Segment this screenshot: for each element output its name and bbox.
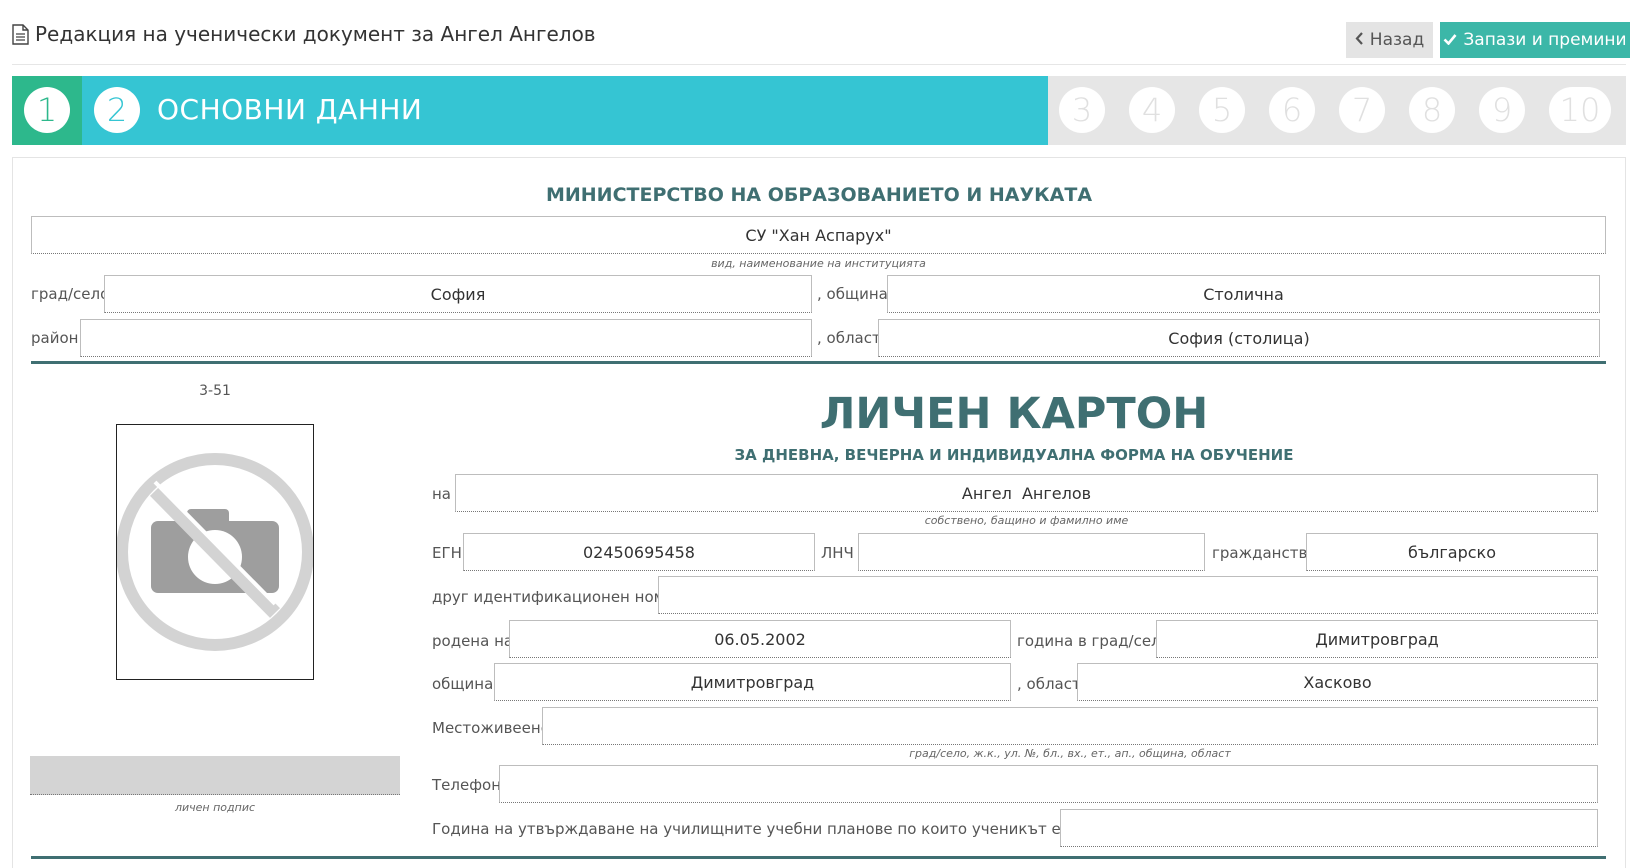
citizenship-label: гражданство xyxy=(1212,544,1317,562)
lnch-label: ЛНЧ xyxy=(821,544,854,562)
page-title-text: Редакция на ученически документ за Ангел… xyxy=(35,22,596,46)
other-id-label: друг идентификационен номер xyxy=(432,588,684,606)
header-divider xyxy=(12,64,1626,65)
back-button[interactable]: Назад xyxy=(1346,22,1433,58)
back-button-label: Назад xyxy=(1369,30,1425,50)
section-divider-top xyxy=(31,361,1606,364)
institution-name-hint: вид, наименование на институцията xyxy=(711,257,926,270)
region-label: , област xyxy=(817,329,881,347)
student-name-hint: собствено, бащино и фамилно име xyxy=(924,514,1129,527)
step-6[interactable]: 6 xyxy=(1269,87,1315,133)
egn-label: ЕГН xyxy=(432,544,462,562)
municipality-field[interactable] xyxy=(887,275,1600,313)
municipality-label: , община xyxy=(817,285,888,303)
birth-region-label: , област xyxy=(1017,675,1081,693)
step-1[interactable]: 1 xyxy=(24,87,70,133)
egn-field[interactable] xyxy=(463,533,815,571)
birth-municipality-field[interactable] xyxy=(494,663,1011,701)
other-id-field[interactable] xyxy=(658,576,1598,614)
step-7[interactable]: 7 xyxy=(1339,87,1385,133)
student-name-field[interactable] xyxy=(455,474,1598,512)
page-title: Редакция на ученически документ за Ангел… xyxy=(12,22,596,46)
card-title: ЛИЧЕН КАРТОН xyxy=(819,389,1209,439)
ministry-heading: МИНИСТЕРСТВО НА ОБРАЗОВАНИЕТО И НАУКАТА xyxy=(545,184,1093,206)
student-photo[interactable] xyxy=(116,424,314,680)
signature-hint: личен подпис xyxy=(174,801,256,814)
city-field[interactable] xyxy=(104,275,812,313)
residence-hint: град/село, ж.к., ул. №, бл., вх., ет., а… xyxy=(909,747,1231,760)
check-icon xyxy=(1443,30,1457,50)
curricula-year-field[interactable] xyxy=(1060,809,1598,847)
citizenship-field[interactable] xyxy=(1306,533,1598,571)
residence-field[interactable] xyxy=(542,707,1598,745)
phone-field[interactable] xyxy=(499,765,1598,803)
step-3[interactable]: 3 xyxy=(1059,87,1105,133)
district-field[interactable] xyxy=(80,319,812,357)
section-divider-bottom xyxy=(31,856,1606,859)
card-number: 3-51 xyxy=(199,383,231,399)
step-4[interactable]: 4 xyxy=(1129,87,1175,133)
document-icon xyxy=(12,23,29,45)
step-10[interactable]: 10 xyxy=(1549,87,1611,133)
birth-place-field[interactable] xyxy=(1156,620,1598,658)
step-8[interactable]: 8 xyxy=(1409,87,1455,133)
chevron-left-icon xyxy=(1355,30,1364,50)
birth-date-label: родена на xyxy=(432,632,514,650)
region-field[interactable] xyxy=(878,319,1600,357)
no-photo-icon xyxy=(117,453,313,679)
birth-municipality-label: община xyxy=(432,675,494,693)
save-and-continue-button[interactable]: Запази и премини xyxy=(1440,22,1630,58)
birth-date-field[interactable] xyxy=(509,620,1011,658)
signature-field[interactable] xyxy=(30,756,400,795)
institution-name-field[interactable] xyxy=(31,216,1606,254)
curricula-year-label: Година на утвърждаване на училищните уче… xyxy=(432,820,1139,838)
step-2[interactable]: 2 xyxy=(94,87,140,133)
card-subtitle: ЗА ДНЕВНА, ВЕЧЕРНА И ИНДИВИДУАЛНА ФОРМА … xyxy=(734,446,1294,464)
district-label: район xyxy=(31,329,79,347)
step-9[interactable]: 9 xyxy=(1479,87,1525,133)
city-label: град/село xyxy=(31,285,110,303)
step-5[interactable]: 5 xyxy=(1199,87,1245,133)
student-name-label: на xyxy=(432,485,451,503)
residence-label: Местоживеене xyxy=(432,719,550,737)
phone-label: Телефон xyxy=(432,776,502,794)
lnch-field[interactable] xyxy=(858,533,1205,571)
save-button-label: Запази и премини xyxy=(1463,30,1627,50)
current-step-label: ОСНОВНИ ДАННИ xyxy=(157,93,423,126)
birth-place-label: година в град/село xyxy=(1017,632,1170,650)
birth-region-field[interactable] xyxy=(1077,663,1598,701)
